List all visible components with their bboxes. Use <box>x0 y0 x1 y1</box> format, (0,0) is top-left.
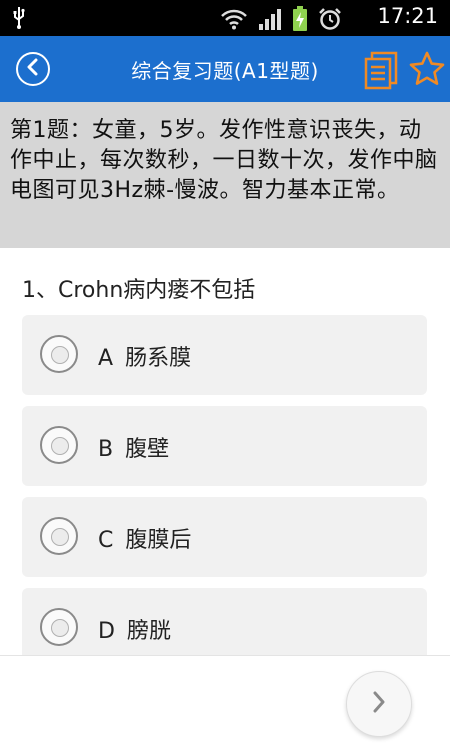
option-letter: A <box>98 346 114 371</box>
question-stem: 第1题：女童，5岁。发作性意识丧失，动作中止，每次数秒，一日数十次，发作中脑电图… <box>0 102 450 248</box>
question-title: 1、Crohn病内瘘不包括 <box>22 278 256 303</box>
option-a[interactable]: A 肠系膜 <box>22 315 427 395</box>
star-icon <box>408 51 446 92</box>
option-letter: B <box>98 437 114 462</box>
document-list-icon <box>363 51 401 94</box>
option-c[interactable]: C 腹膜后 <box>22 497 427 577</box>
option-text: 腹壁 <box>125 437 170 462</box>
option-label: B 腹壁 <box>98 431 169 463</box>
favorite-button[interactable] <box>408 50 446 88</box>
option-b[interactable]: B 腹壁 <box>22 406 427 486</box>
alarm-icon <box>318 7 342 35</box>
answer-sheet-button[interactable] <box>363 50 401 90</box>
question-stem-text: 第1题：女童，5岁。发作性意识丧失，动作中止，每次数秒，一日数十次，发作中脑电图… <box>10 118 438 203</box>
chevron-right-icon <box>370 689 388 719</box>
radio-button[interactable] <box>40 426 78 464</box>
wifi-icon <box>220 8 248 34</box>
battery-charging-icon <box>292 6 308 36</box>
option-label: C 腹膜后 <box>98 522 191 554</box>
status-bar: 17:21 <box>0 0 450 36</box>
status-time: 17:21 <box>377 4 438 28</box>
option-text: 肠系膜 <box>125 346 192 371</box>
option-letter: C <box>98 528 114 553</box>
radio-button[interactable] <box>40 517 78 555</box>
option-letter: D <box>98 619 115 644</box>
option-text: 膀胱 <box>126 619 171 644</box>
option-text: 腹膜后 <box>125 528 192 553</box>
radio-button[interactable] <box>40 335 78 373</box>
option-label: D 膀胱 <box>98 613 171 645</box>
radio-button[interactable] <box>40 608 78 646</box>
next-question-button[interactable] <box>346 671 412 737</box>
usb-icon <box>12 6 26 34</box>
app-bar: 综合复习题(A1型题) <box>0 36 450 102</box>
bottom-bar <box>0 655 450 750</box>
option-label: A 肠系膜 <box>98 340 191 372</box>
signal-icon <box>258 8 282 34</box>
